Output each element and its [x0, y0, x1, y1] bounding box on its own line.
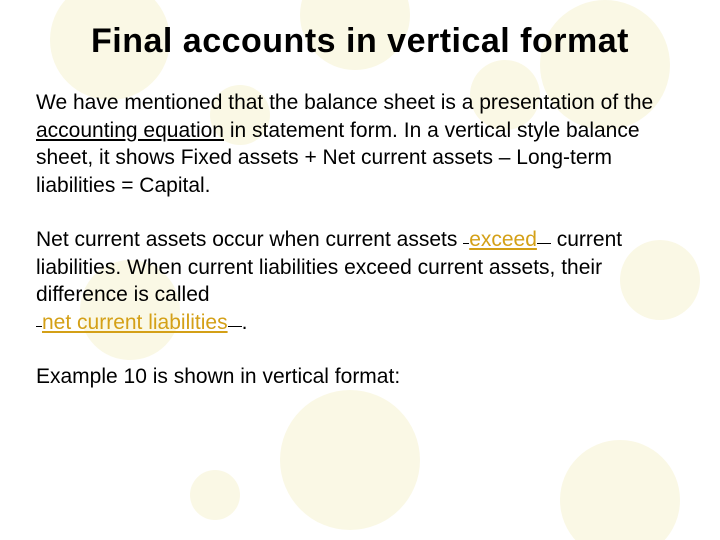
blank-line-right-1	[537, 243, 551, 244]
p2-blank-1: exceed	[469, 228, 537, 251]
paragraph-1: We have mentioned that the balance sheet…	[36, 89, 684, 200]
blank-line-left-2	[36, 326, 42, 327]
p1-blank-1: accounting equation	[36, 119, 224, 142]
slide-title: Final accounts in vertical format	[36, 22, 684, 61]
slide-content: Final accounts in vertical format We hav…	[0, 0, 720, 390]
p2-blank-2: net current liabilities	[42, 311, 228, 334]
p1-text-0: We have mentioned that the balance sheet…	[36, 91, 653, 114]
p2-text-2: .	[242, 311, 248, 334]
blank-line-left-1	[463, 243, 469, 244]
paragraph-3: Example 10 is shown in vertical format:	[36, 363, 684, 391]
p2-text-0: Net current assets occur when current as…	[36, 228, 463, 251]
paragraph-2: Net current assets occur when current as…	[36, 226, 684, 337]
blank-line-right-2	[228, 326, 242, 327]
